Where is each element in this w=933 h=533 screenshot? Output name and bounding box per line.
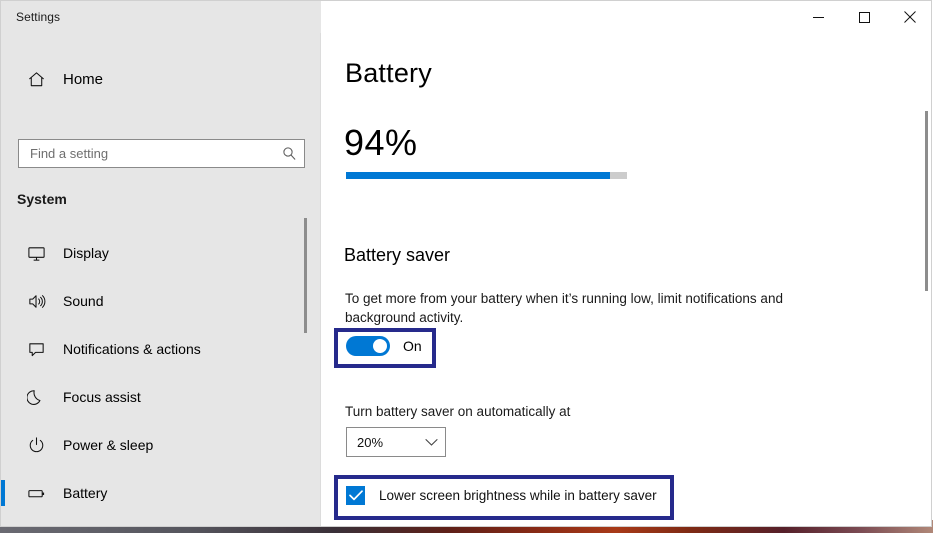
speech-bubble-icon [13, 340, 59, 359]
battery-level-bar-fill [346, 172, 611, 179]
sidebar-item-power-sleep-label: Power & sleep [63, 437, 154, 453]
sidebar-item-sound-label: Sound [63, 293, 104, 309]
close-icon [904, 11, 916, 23]
toggle-switch-knob [373, 339, 387, 353]
sidebar-item-focus-assist[interactable]: Focus assist [1, 373, 320, 421]
sidebar-item-sound[interactable]: Sound [1, 277, 320, 325]
chevron-down-icon [417, 438, 445, 447]
moon-icon [13, 388, 59, 407]
sidebar: Home System [1, 33, 321, 526]
battery-icon [13, 484, 59, 503]
sidebar-item-display-label: Display [63, 245, 109, 261]
home-icon [13, 70, 59, 89]
sidebar-item-focus-assist-label: Focus assist [63, 389, 141, 405]
sidebar-scrollbar-thumb[interactable] [304, 218, 307, 333]
sidebar-item-battery[interactable]: Battery [1, 469, 320, 517]
sidebar-item-notifications-label: Notifications & actions [63, 341, 201, 357]
sidebar-scrollbar[interactable] [304, 33, 315, 526]
sidebar-group-title: System [17, 191, 67, 207]
battery-saver-toggle[interactable]: On [346, 336, 422, 356]
battery-saver-description: To get more from your battery when it’s … [345, 291, 783, 325]
sidebar-item-storage[interactable]: Storage [1, 517, 320, 526]
close-button[interactable] [887, 1, 931, 33]
sidebar-item-home[interactable]: Home [1, 59, 320, 99]
toggle-switch-track[interactable] [346, 336, 390, 356]
auto-threshold-value: 20% [357, 434, 384, 450]
window-title: Settings [16, 10, 61, 24]
checkmark-icon [348, 490, 363, 501]
minimize-icon [812, 16, 824, 18]
sidebar-item-home-label: Home [63, 70, 104, 88]
settings-app-window: Settings Home Find a setting System Disp… [0, 0, 933, 533]
main-content: Battery 94% Battery saver To get more fr… [322, 33, 931, 526]
sidebar-item-display[interactable]: Display [1, 229, 320, 277]
monitor-icon [13, 244, 59, 263]
minimize-button[interactable] [795, 1, 841, 33]
auto-threshold-label: Turn battery saver on automatically at [345, 404, 571, 419]
lower-brightness-checkbox[interactable]: Lower screen brightness while in battery… [346, 486, 657, 505]
sidebar-item-power-sleep[interactable]: Power & sleep [1, 421, 320, 469]
checkbox-box[interactable] [346, 486, 365, 505]
title-bar: Settings [1, 1, 931, 33]
search-box[interactable] [18, 139, 305, 168]
speaker-icon [13, 292, 59, 311]
maximize-button[interactable] [841, 1, 887, 33]
sidebar-item-notifications[interactable]: Notifications & actions [1, 325, 320, 373]
page-title: Battery [345, 58, 432, 88]
lower-brightness-checkbox-label: Lower screen brightness while in battery… [379, 488, 657, 503]
maximize-icon [858, 11, 870, 23]
sidebar-nav-list: Display Sound Notifications & actions Fo… [1, 229, 320, 526]
content-scrollbar-thumb[interactable] [925, 111, 928, 291]
search-icon [274, 146, 304, 161]
battery-level-bar-track [346, 172, 627, 179]
window-frame: Settings Home Find a setting System Disp… [0, 0, 932, 527]
battery-saver-heading: Battery saver [344, 245, 451, 265]
sidebar-item-battery-label: Battery [63, 485, 108, 501]
battery-saver-toggle-label: On [403, 338, 422, 354]
search-input[interactable] [19, 146, 274, 161]
battery-level-text: 94% [344, 122, 418, 163]
auto-threshold-dropdown[interactable]: 20% [346, 427, 446, 457]
power-icon [13, 436, 59, 455]
